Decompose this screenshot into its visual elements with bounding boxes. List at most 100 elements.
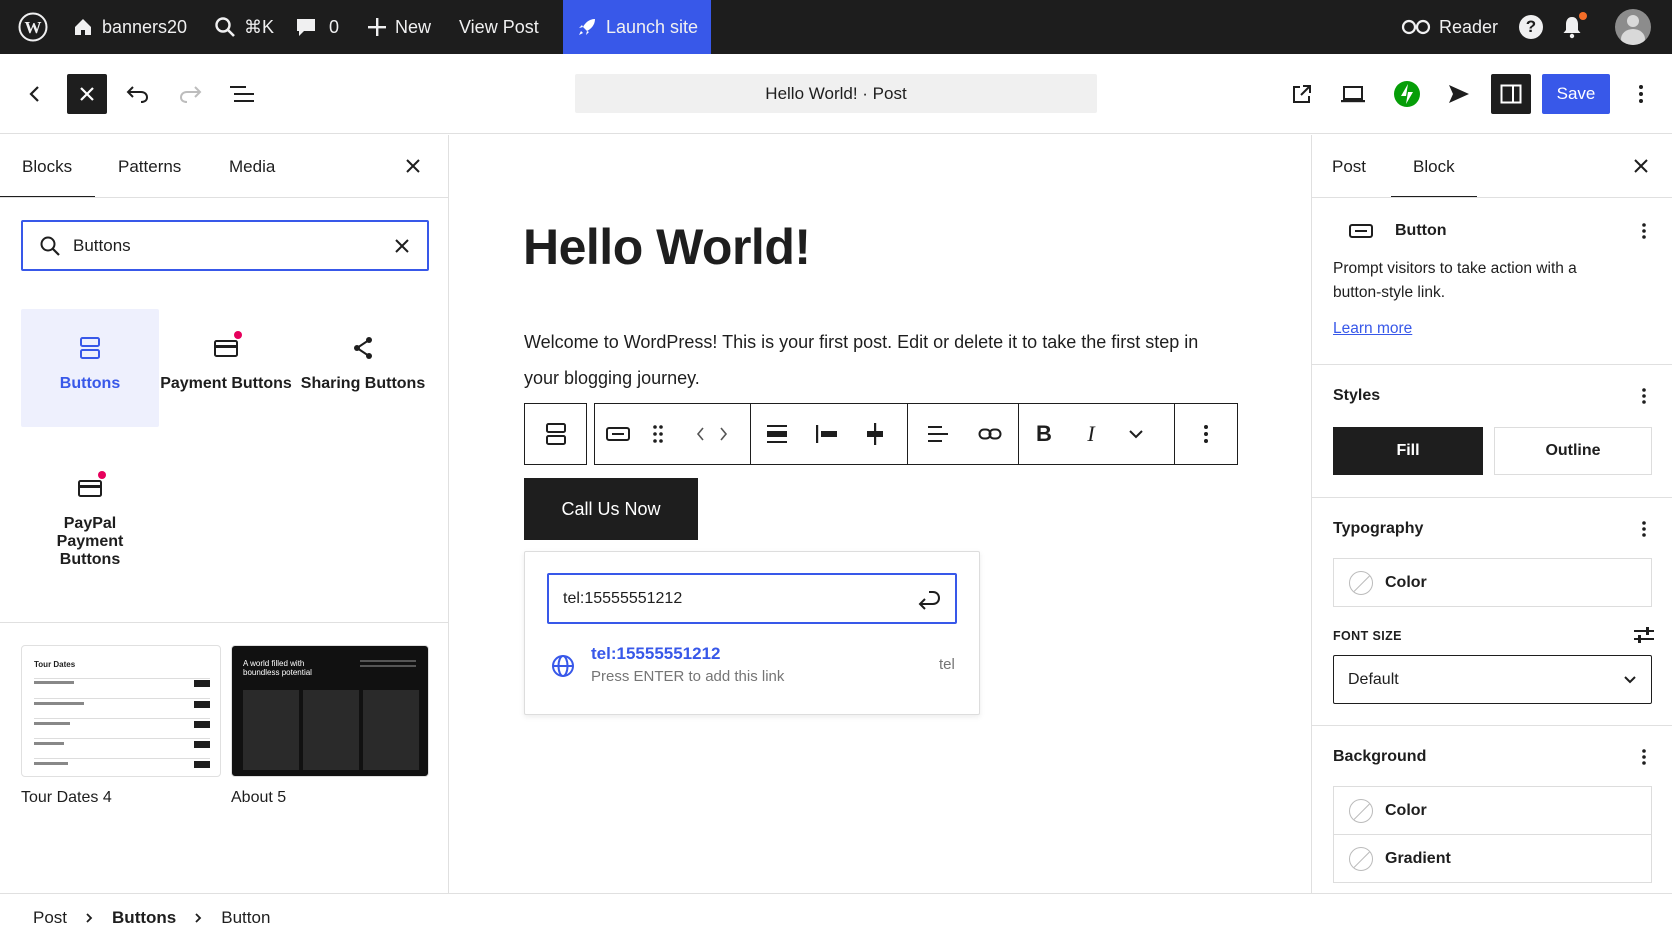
search-icon bbox=[215, 17, 235, 37]
close-inserter-icon[interactable] bbox=[406, 159, 420, 173]
site-name: banners20 bbox=[102, 16, 188, 37]
more-vertical-icon bbox=[1642, 223, 1646, 239]
pattern-preview-about[interactable]: A world filled with boundless potential bbox=[231, 645, 429, 777]
submit-enter-icon[interactable] bbox=[917, 588, 941, 610]
jetpack-button[interactable] bbox=[1387, 74, 1427, 114]
breadcrumb-buttons[interactable]: Buttons bbox=[112, 908, 176, 928]
preview-image-tile bbox=[303, 690, 359, 770]
site-name-link[interactable]: banners20 bbox=[72, 0, 187, 54]
panel-divider bbox=[1312, 497, 1672, 498]
block-item-payment-buttons[interactable]: Payment Buttons bbox=[157, 309, 295, 427]
tab-patterns[interactable]: Patterns bbox=[118, 135, 181, 198]
text-color-control[interactable]: Color bbox=[1333, 558, 1652, 607]
chevron-left-icon bbox=[29, 86, 39, 102]
block-label: PayPal Payment Buttons bbox=[56, 515, 124, 568]
call-us-now-button-block[interactable]: Call Us Now bbox=[524, 478, 698, 540]
block-type-button[interactable] bbox=[595, 404, 641, 464]
link-icon bbox=[978, 428, 1002, 440]
tab-blocks[interactable]: Blocks bbox=[22, 135, 72, 198]
search-button[interactable]: ⌘K bbox=[214, 0, 274, 54]
suggestion-type: tel bbox=[939, 656, 955, 673]
background-options[interactable] bbox=[1634, 747, 1654, 767]
move-buttons[interactable] bbox=[675, 404, 749, 464]
background-title: Background bbox=[1333, 748, 1427, 765]
preview-button[interactable] bbox=[1333, 74, 1373, 114]
background-color-control[interactable]: Color bbox=[1333, 786, 1652, 835]
wordpress-logo-icon[interactable]: W bbox=[18, 0, 48, 54]
link-suggestion[interactable]: tel:15555551212 Press ENTER to add this … bbox=[525, 638, 981, 698]
drag-handle[interactable] bbox=[641, 404, 675, 464]
toolbar-format-group: B I bbox=[1018, 403, 1175, 465]
save-button[interactable]: Save bbox=[1542, 74, 1610, 114]
breadcrumb-post[interactable]: Post bbox=[33, 908, 67, 928]
close-sidebar-icon[interactable] bbox=[1634, 159, 1648, 173]
suggestion-hint: Press ENTER to add this link bbox=[591, 668, 785, 685]
preview-image-tile bbox=[363, 690, 419, 770]
typography-options[interactable] bbox=[1634, 519, 1654, 539]
more-formatting-button[interactable] bbox=[1113, 404, 1159, 464]
style-outline-option[interactable]: Outline bbox=[1494, 427, 1652, 475]
background-gradient-control[interactable]: Gradient bbox=[1333, 834, 1652, 883]
admin-bar: W banners20 ⌘K 0 New View Post Launch si… bbox=[0, 0, 1672, 54]
share-icon bbox=[351, 335, 375, 361]
bold-button[interactable]: B bbox=[1019, 404, 1069, 464]
clear-search-icon[interactable] bbox=[395, 238, 409, 253]
redo-button[interactable] bbox=[170, 74, 210, 114]
justify-left-button[interactable] bbox=[803, 404, 851, 464]
block-item-sharing-buttons[interactable]: Sharing Buttons bbox=[294, 309, 432, 427]
learn-more-link[interactable]: Learn more bbox=[1333, 320, 1412, 338]
block-search-input[interactable]: Buttons bbox=[21, 220, 429, 271]
style-fill-option[interactable]: Fill bbox=[1333, 427, 1483, 475]
view-post-external-button[interactable] bbox=[1282, 74, 1322, 114]
justify-center-button[interactable] bbox=[851, 404, 899, 464]
text-color-label: Color bbox=[1385, 573, 1427, 591]
align-button[interactable] bbox=[751, 404, 803, 464]
styles-options[interactable] bbox=[1634, 386, 1654, 406]
reader-link[interactable]: Reader bbox=[1401, 0, 1498, 54]
select-parent-buttons[interactable] bbox=[525, 404, 586, 464]
help-button[interactable]: ? bbox=[1519, 0, 1543, 54]
styles-title: Styles bbox=[1333, 387, 1381, 404]
pattern-preview-tour-dates[interactable]: Tour Dates bbox=[21, 645, 221, 777]
post-title[interactable]: Hello World! bbox=[523, 218, 811, 276]
post-paragraph[interactable]: Welcome to WordPress! This is your first… bbox=[524, 324, 1224, 396]
link-button[interactable] bbox=[968, 404, 1012, 464]
document-title-bar[interactable]: Hello World! · Post bbox=[575, 74, 1097, 113]
search-value: Buttons bbox=[73, 235, 131, 255]
font-size-settings-icon[interactable] bbox=[1633, 625, 1655, 645]
notifications-button[interactable] bbox=[1561, 0, 1587, 54]
block-description: Prompt visitors to take action with a bu… bbox=[1333, 260, 1577, 301]
sidebar-divider bbox=[1312, 197, 1672, 198]
block-item-buttons[interactable]: Buttons bbox=[21, 309, 159, 427]
comments-button[interactable]: 0 bbox=[295, 0, 339, 54]
buttons-block-icon bbox=[545, 423, 566, 445]
tab-post[interactable]: Post bbox=[1332, 135, 1366, 198]
align-left-icon bbox=[928, 426, 948, 442]
launch-site-button[interactable]: Launch site bbox=[563, 0, 712, 54]
link-url-input[interactable]: tel:15555551212 bbox=[547, 573, 957, 624]
search-shortcut: ⌘K bbox=[244, 16, 275, 37]
new-content-button[interactable]: New bbox=[367, 0, 431, 54]
font-size-select[interactable]: Default bbox=[1333, 655, 1652, 704]
publish-panel-button[interactable] bbox=[1439, 74, 1479, 114]
undo-button[interactable] bbox=[118, 74, 158, 114]
settings-sidebar-toggle[interactable] bbox=[1491, 74, 1531, 114]
view-post-link[interactable]: View Post bbox=[459, 0, 539, 54]
tab-media[interactable]: Media bbox=[229, 135, 275, 198]
button-text: Call Us Now bbox=[561, 498, 661, 519]
options-menu-button[interactable] bbox=[1621, 74, 1661, 114]
block-item-paypal-payment-buttons[interactable]: PayPal Payment Buttons bbox=[21, 449, 159, 579]
buttons-block-icon bbox=[79, 335, 101, 361]
close-inserter-button[interactable] bbox=[67, 74, 107, 114]
new-label: New bbox=[395, 16, 432, 37]
block-card-options[interactable] bbox=[1634, 221, 1654, 241]
block-options-button[interactable] bbox=[1175, 404, 1237, 464]
more-vertical-icon bbox=[1204, 425, 1208, 443]
document-overview-button[interactable] bbox=[222, 74, 262, 114]
user-avatar[interactable] bbox=[1615, 0, 1651, 54]
tab-block[interactable]: Block bbox=[1413, 135, 1455, 198]
back-button[interactable] bbox=[15, 74, 55, 114]
bold-icon: B bbox=[1036, 421, 1052, 446]
text-align-button[interactable] bbox=[908, 404, 968, 464]
italic-button[interactable]: I bbox=[1069, 404, 1113, 464]
